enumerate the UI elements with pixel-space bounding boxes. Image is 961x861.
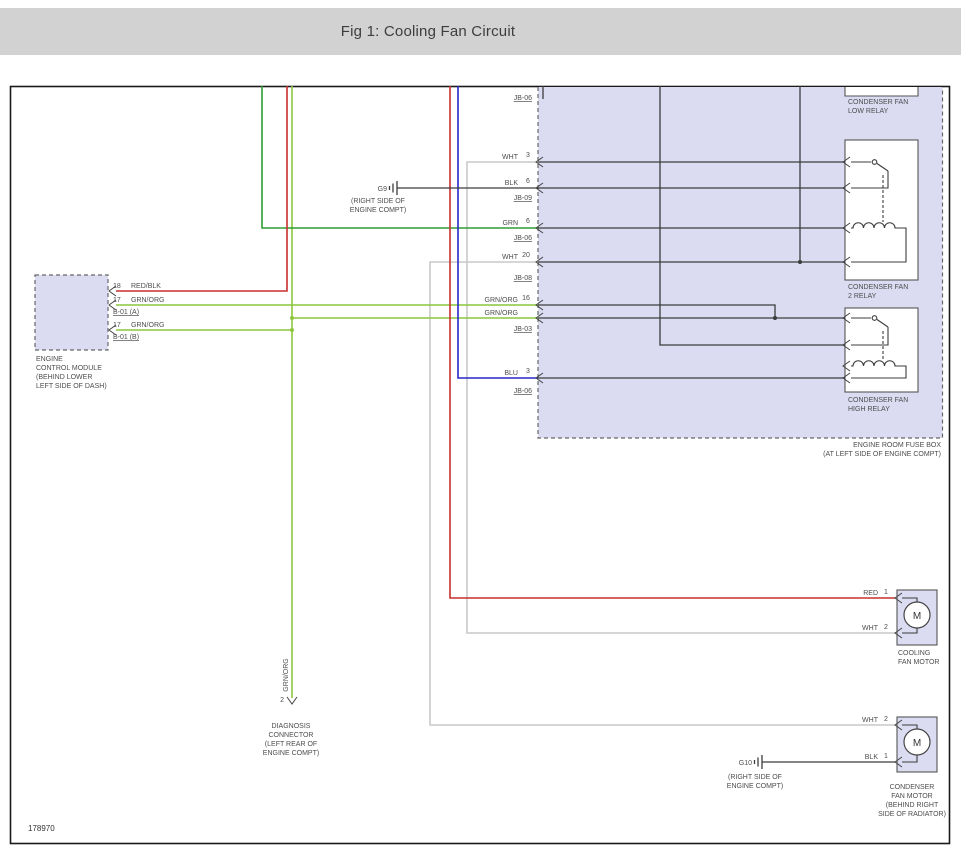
cooling-fan-wht-pin: 2 [884, 624, 888, 631]
label-wht3: WHT [502, 154, 519, 161]
relay2-name-1: CONDENSER FAN [848, 284, 908, 291]
ecm-pin17a-color: GRN/ORG [131, 297, 164, 304]
condenser-fan-name-4: SIDE OF RADIATOR) [878, 811, 946, 818]
low-relay-name-1: CONDENSER FAN [848, 99, 908, 106]
label-jb06-bot: JB-06 [514, 388, 532, 395]
fuse-box-name-1: ENGINE ROOM FUSE BOX [853, 442, 941, 449]
label-grn6-pin: 6 [526, 218, 530, 225]
ecm-name-4: LEFT SIDE OF DASH) [36, 383, 107, 390]
motor-m: M [913, 738, 921, 749]
condenser-fan-name-1: CONDENSER [890, 784, 935, 791]
cooling-fan-name-1: COOLING [898, 650, 930, 657]
diagnosis-name-3: (LEFT REAR OF [265, 741, 317, 748]
condenser-fan-name-2: FAN MOTOR [891, 793, 932, 800]
label-jb06-top: JB-06 [514, 95, 532, 102]
label-jb06-mid: JB-06 [514, 235, 532, 242]
g9-label: G9 [378, 186, 387, 193]
label-jb08: JB-08 [514, 275, 532, 282]
diagnosis-wire-color: GRN/ORG [283, 658, 290, 691]
ecm-pin18-color: RED/BLK [131, 283, 161, 290]
label-grnorg16: GRN/ORG [485, 297, 518, 304]
diagnosis-name-2: CONNECTOR [269, 732, 314, 739]
ecm-pin17b-num: 17 [113, 322, 121, 329]
ecm-connector-b: B-01 (B) [113, 334, 139, 341]
condenser-fan-high-relay-box [845, 308, 918, 392]
cooling-fan-name-2: FAN MOTOR [898, 659, 939, 666]
cooling-fan-motor-symbol: M [897, 590, 937, 645]
fuse-box-name-2: (AT LEFT SIDE OF ENGINE COMPT) [823, 451, 941, 458]
low-relay-name-2: LOW RELAY [848, 108, 889, 115]
condenser-fan-wht-pin: 2 [884, 716, 888, 723]
label-blu3: BLU [504, 370, 518, 377]
condenser-fan-motor-symbol: M [897, 717, 937, 772]
ecm-connector-a: B-01 (A) [113, 309, 139, 316]
label-wht20-pin: 20 [522, 252, 530, 259]
g10-label: G10 [739, 760, 752, 767]
motor-m: M [913, 611, 921, 622]
label-jb09: JB-09 [514, 195, 532, 202]
high-relay-name-1: CONDENSER FAN [848, 397, 908, 404]
diagnosis-name-4: ENGINE COMPT) [263, 750, 319, 757]
condenser-fan-blk-pin: 1 [884, 753, 888, 760]
ecm-pin18-num: 18 [113, 283, 121, 290]
label-grnorg: GRN/ORG [485, 310, 518, 317]
cooling-fan-red-label: RED [863, 590, 878, 597]
diagnosis-pin: 2 [280, 697, 284, 704]
wiring-diagram: M M JB-06 WHT [0, 0, 961, 861]
condenser-fan-wht-label: WHT [862, 717, 879, 724]
g10-location-1: (RIGHT SIDE OF [728, 774, 782, 781]
ecm-pin17b-color: GRN/ORG [131, 322, 164, 329]
ecm-name-3: (BEHIND LOWER [36, 374, 92, 381]
ecm-name-1: ENGINE [36, 356, 63, 363]
condenser-fan-2-relay-box [845, 140, 918, 280]
high-relay-name-2: HIGH RELAY [848, 406, 890, 413]
g9-location-2: ENGINE COMPT) [350, 207, 406, 214]
g9-location-1: (RIGHT SIDE OF [351, 198, 405, 205]
cooling-fan-red-pin: 1 [884, 589, 888, 596]
condenser-fan-name-3: (BEHIND RIGHT [886, 802, 939, 809]
relay2-name-2: 2 RELAY [848, 293, 877, 300]
g10-location-2: ENGINE COMPT) [727, 783, 783, 790]
label-blk6: BLK [505, 180, 519, 187]
label-grn6: GRN [502, 220, 518, 227]
figure-number: 178970 [28, 824, 55, 833]
label-jb03: JB-03 [514, 326, 532, 333]
condenser-fan-blk-label: BLK [865, 754, 879, 761]
label-blu3-pin: 3 [526, 368, 530, 375]
diagnosis-name-1: DIAGNOSIS [272, 723, 311, 730]
ecm-pin17a-num: 17 [113, 297, 121, 304]
label-blk6-pin: 6 [526, 178, 530, 185]
ecm-name-2: CONTROL MODULE [36, 365, 102, 372]
label-grnorg16-pin: 16 [522, 295, 530, 302]
engine-control-module-box [35, 275, 108, 350]
label-wht3-pin: 3 [526, 152, 530, 159]
label-wht20: WHT [502, 254, 519, 261]
cooling-fan-wht-label: WHT [862, 625, 879, 632]
condenser-fan-low-relay-box [845, 87, 918, 96]
